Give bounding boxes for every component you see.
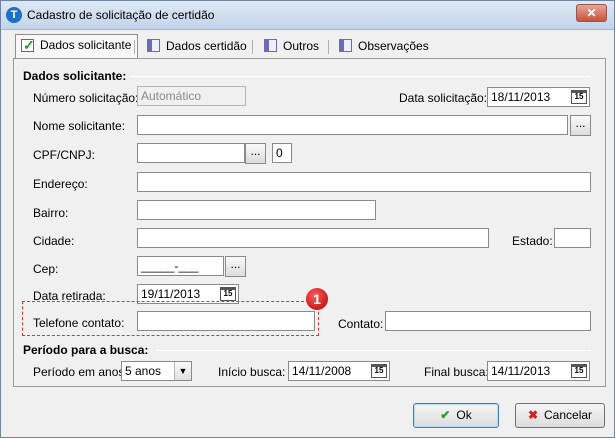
- select-value: 5 anos: [125, 364, 162, 378]
- calendar-icon[interactable]: 15: [371, 364, 387, 378]
- calendar-icon[interactable]: 15: [220, 287, 236, 301]
- contato-field[interactable]: [385, 311, 591, 331]
- contato-label: Contato:: [338, 317, 384, 331]
- title-bar: T Cadastro de solicitação de certidão ✕: [1, 1, 614, 30]
- endereco-label: Endereço:: [33, 177, 88, 191]
- cancel-x-icon: ✖: [527, 408, 539, 422]
- tab-dados-certidao[interactable]: Dados certidão: [142, 36, 253, 58]
- cidade-label: Cidade:: [33, 234, 75, 248]
- cancel-label: Cancelar: [544, 408, 593, 422]
- dialog-window: T Cadastro de solicitação de certidão ✕ …: [0, 0, 615, 438]
- calendar-icon[interactable]: 15: [571, 364, 587, 378]
- annotation-marker: 1: [306, 288, 328, 310]
- tab-outros[interactable]: Outros: [259, 36, 325, 58]
- tab-separator: [134, 40, 135, 54]
- tab-label: Observações: [358, 39, 429, 53]
- nome-solicitante-label: Nome solicitante:: [33, 119, 126, 133]
- tab-label: Dados solicitante: [40, 38, 132, 52]
- checkmark-icon: ✔: [440, 408, 451, 422]
- date-value: 14/11/2013: [491, 364, 551, 378]
- final-busca-field[interactable]: 14/11/2013 15: [487, 361, 590, 381]
- close-button[interactable]: ✕: [576, 4, 607, 22]
- date-value: 14/11/2008: [292, 364, 352, 378]
- inicio-busca-field[interactable]: 14/11/2008 15: [288, 361, 390, 381]
- data-solicitacao-field[interactable]: 18/11/2013 15: [487, 87, 590, 107]
- cpf-cnpj-field[interactable]: [137, 143, 245, 163]
- tab-label: Dados certidão: [166, 39, 247, 53]
- final-busca-label: Final busca:: [424, 365, 489, 379]
- bairro-field[interactable]: [137, 200, 376, 220]
- chevron-down-icon[interactable]: ▼: [174, 362, 191, 380]
- tab-label: Outros: [283, 39, 320, 53]
- ok-label: Ok: [456, 408, 472, 422]
- cidade-field[interactable]: [137, 228, 489, 248]
- tab-dados-solicitante[interactable]: Dados solicitante: [15, 34, 139, 58]
- bairro-label: Bairro:: [33, 206, 69, 220]
- section-divider: [131, 76, 591, 77]
- form-icon: [339, 39, 352, 52]
- cpf-digit-field[interactable]: 0: [272, 143, 292, 163]
- cep-field[interactable]: _____-___: [137, 256, 224, 276]
- data-solicitacao-label: Data solicitação:: [399, 91, 488, 105]
- app-icon: T: [6, 7, 22, 23]
- estado-field[interactable]: [554, 228, 591, 248]
- cep-lookup-button[interactable]: ...: [225, 256, 246, 277]
- telefone-contato-field[interactable]: [137, 311, 315, 331]
- endereco-field[interactable]: [137, 172, 591, 192]
- form-icon: [264, 39, 277, 52]
- cpf-cnpj-label: CPF/CNPJ:: [33, 148, 96, 162]
- checked-form-icon: [21, 35, 35, 55]
- calendar-icon[interactable]: 15: [571, 90, 587, 104]
- nome-lookup-button[interactable]: ...: [570, 115, 591, 136]
- periodo-anos-select[interactable]: 5 anos ▼: [121, 361, 192, 381]
- tab-separator: [252, 40, 253, 54]
- inicio-busca-label: Início busca:: [218, 365, 286, 379]
- cpf-lookup-button[interactable]: ...: [245, 143, 266, 164]
- section-title-periodo: Período para a busca:: [23, 343, 149, 357]
- date-value: 18/11/2013: [491, 90, 551, 104]
- nome-solicitante-field[interactable]: [137, 115, 568, 135]
- numero-solicitacao-field: Automático: [137, 86, 246, 106]
- section-divider: [156, 350, 591, 351]
- window-title: Cadastro de solicitação de certidão: [27, 8, 215, 22]
- ok-button[interactable]: ✔ Ok: [413, 403, 499, 428]
- tab-observacoes[interactable]: Observações: [334, 36, 435, 58]
- tab-separator: [328, 40, 329, 54]
- section-title-dados: Dados solicitante:: [23, 69, 127, 83]
- estado-label: Estado:: [512, 234, 553, 248]
- tab-panel: [13, 58, 606, 387]
- cancel-button[interactable]: ✖ Cancelar: [515, 403, 605, 428]
- cep-label: Cep:: [33, 262, 59, 276]
- telefone-contato-label: Telefone contato:: [33, 316, 125, 330]
- form-icon: [147, 39, 160, 52]
- periodo-anos-label: Período em anos:: [33, 365, 128, 379]
- numero-solicitacao-label: Número solicitação:: [33, 91, 139, 105]
- date-value: 19/11/2013: [141, 287, 201, 301]
